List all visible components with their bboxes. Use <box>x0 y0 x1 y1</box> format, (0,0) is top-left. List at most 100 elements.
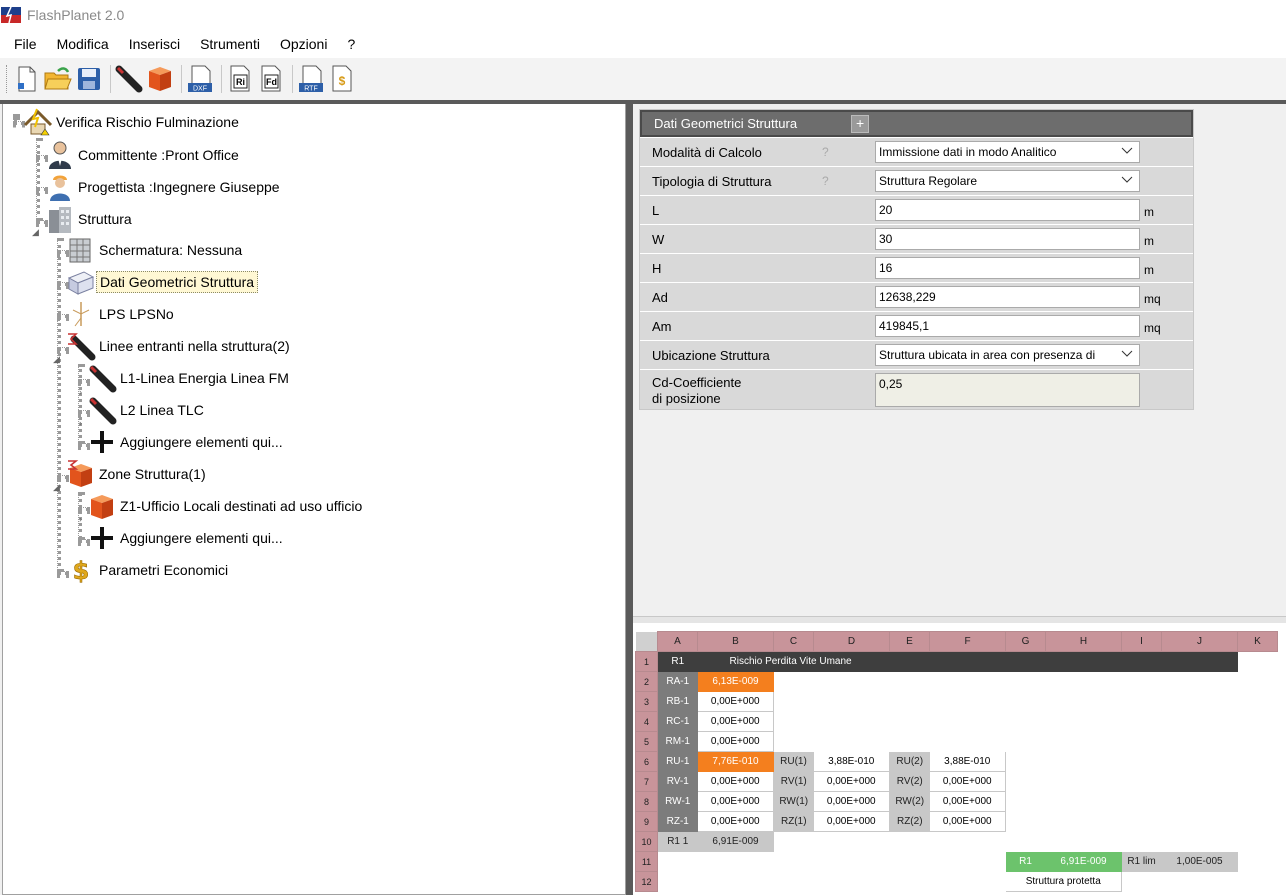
tree-node-add-zone[interactable]: Aggiungere elementi qui... <box>87 524 286 552</box>
cell[interactable]: 0,00E+000 <box>813 791 890 812</box>
column-header[interactable]: K <box>1237 631 1278 652</box>
column-header[interactable]: J <box>1161 631 1238 652</box>
cell[interactable] <box>657 851 1006 872</box>
help-icon[interactable]: ? <box>822 145 829 159</box>
menu-opzioni[interactable]: Opzioni <box>270 30 337 58</box>
cell[interactable] <box>773 671 1278 692</box>
column-header[interactable]: A <box>657 631 698 652</box>
cell[interactable]: 0,00E+000 <box>697 691 774 712</box>
cell[interactable]: 3,88E-010 <box>929 751 1006 772</box>
collapse-toggle[interactable]: ◢ <box>53 482 60 493</box>
cell[interactable] <box>929 651 1006 672</box>
tree-node-struttura[interactable]: Struttura <box>45 205 135 233</box>
tree-node-committente[interactable]: Committente :Pront Office <box>45 141 242 169</box>
help-icon[interactable]: ? <box>822 174 829 188</box>
horizontal-splitter[interactable] <box>633 616 1286 623</box>
cell[interactable] <box>1045 651 1122 672</box>
new-document-button[interactable] <box>13 63 41 95</box>
cell[interactable]: R1 lim <box>1121 851 1162 872</box>
row-header[interactable]: 2 <box>635 671 658 692</box>
tree-node-parametri[interactable]: $ Parametri Economici <box>66 556 231 585</box>
row-header[interactable]: 12 <box>635 871 658 892</box>
length-input[interactable]: 20 <box>875 199 1140 221</box>
cell[interactable]: RV-1 <box>657 771 698 792</box>
collapse-toggle[interactable]: ◢ <box>32 227 39 238</box>
tree-node-lps[interactable]: LPS LPSNo <box>66 300 177 328</box>
cell[interactable]: RU(2) <box>889 751 930 772</box>
cell[interactable]: RW-1 <box>657 791 698 812</box>
tree-node-schermatura[interactable]: Schermatura: Nessuna <box>66 236 245 264</box>
cell[interactable]: RZ(1) <box>773 811 814 832</box>
cell[interactable] <box>1005 791 1278 812</box>
tree-node-linea1[interactable]: L1-Linea Energia Linea FM <box>87 364 292 393</box>
row-header[interactable]: 6 <box>635 751 658 772</box>
column-header[interactable]: H <box>1045 631 1122 652</box>
cell[interactable] <box>1005 771 1278 792</box>
cell[interactable] <box>889 651 930 672</box>
cell[interactable] <box>1005 651 1046 672</box>
cell[interactable]: 0,00E+000 <box>697 731 774 752</box>
row-header[interactable]: 11 <box>635 851 658 872</box>
cell[interactable] <box>1237 851 1278 872</box>
row-header[interactable]: 3 <box>635 691 658 712</box>
column-header[interactable]: F <box>929 631 1006 652</box>
menu-file[interactable]: File <box>0 30 47 58</box>
cell[interactable] <box>1121 651 1162 672</box>
tree-node-dati-geometrici[interactable]: Dati Geometrici Struttura <box>66 268 259 296</box>
cell[interactable]: 0,00E+000 <box>697 791 774 812</box>
cell[interactable]: 0,00E+000 <box>697 771 774 792</box>
menu-help[interactable]: ? <box>337 30 365 58</box>
row-header[interactable]: 1 <box>635 651 658 672</box>
column-header[interactable]: I <box>1121 631 1162 652</box>
cell[interactable] <box>773 831 1278 852</box>
cell[interactable]: RM-1 <box>657 731 698 752</box>
cell[interactable] <box>773 711 1278 732</box>
row-header[interactable]: 10 <box>635 831 658 852</box>
cell[interactable]: 6,91E-009 <box>1045 851 1122 872</box>
cell[interactable]: RU(1) <box>773 751 814 772</box>
cell[interactable]: RV(2) <box>889 771 930 792</box>
vertical-splitter[interactable] <box>626 104 633 895</box>
cell[interactable] <box>657 871 1006 892</box>
tree-node-progettista[interactable]: Progettista :Ingegnere Giuseppe <box>45 173 283 201</box>
save-button[interactable] <box>75 63 103 95</box>
rtf-export-button[interactable]: RTF <box>297 63 325 95</box>
cell[interactable]: 6,13E-009 <box>697 671 774 692</box>
sheet-corner[interactable] <box>635 631 658 652</box>
height-input[interactable]: 16 <box>875 257 1140 279</box>
expand-toggle[interactable]: › <box>79 514 82 524</box>
cell[interactable]: R1 <box>657 651 698 672</box>
cell[interactable] <box>1121 871 1278 892</box>
cell[interactable] <box>1005 751 1278 772</box>
cell[interactable]: 0,00E+000 <box>929 771 1006 792</box>
cell[interactable]: RU-1 <box>657 751 698 772</box>
ad-area-input[interactable]: 12638,229 <box>875 286 1140 308</box>
cell[interactable]: 0,00E+000 <box>697 811 774 832</box>
tree-node-linee[interactable]: Linee entranti nella struttura(2) <box>66 332 293 361</box>
cell[interactable]: RW(1) <box>773 791 814 812</box>
cell[interactable]: 1,00E-005 <box>1161 851 1238 872</box>
add-line-button[interactable] <box>115 63 143 95</box>
row-header[interactable]: 4 <box>635 711 658 732</box>
add-zone-button[interactable] <box>146 63 174 95</box>
cell[interactable] <box>1005 811 1278 832</box>
cell[interactable]: 0,00E+000 <box>813 811 890 832</box>
tree-node-zona1[interactable]: Z1-Ufficio Locali destinati ad uso uffic… <box>87 492 365 520</box>
cell[interactable] <box>773 691 1278 712</box>
cell[interactable]: 3,88E-010 <box>813 751 890 772</box>
cell[interactable]: 0,00E+000 <box>697 711 774 732</box>
column-header[interactable]: D <box>813 631 890 652</box>
ubicazione-struttura-select[interactable]: Struttura ubicata in area con presenza d… <box>875 344 1140 366</box>
cell[interactable]: RA-1 <box>657 671 698 692</box>
expand-toggle[interactable]: › <box>79 418 82 428</box>
modalita-calcolo-select[interactable]: Immissione dati in modo Analitico <box>875 141 1140 163</box>
tree-node-zone[interactable]: Zone Struttura(1) <box>66 460 209 488</box>
economic-report-button[interactable]: $ <box>328 63 356 95</box>
tree-node-add-line[interactable]: Aggiungere elementi qui... <box>87 428 286 456</box>
cell[interactable]: RW(2) <box>889 791 930 812</box>
width-input[interactable]: 30 <box>875 228 1140 250</box>
column-header[interactable]: G <box>1005 631 1046 652</box>
cell[interactable]: 7,76E-010 <box>697 751 774 772</box>
am-area-input[interactable]: 419845,1 <box>875 315 1140 337</box>
open-button[interactable] <box>44 63 72 95</box>
